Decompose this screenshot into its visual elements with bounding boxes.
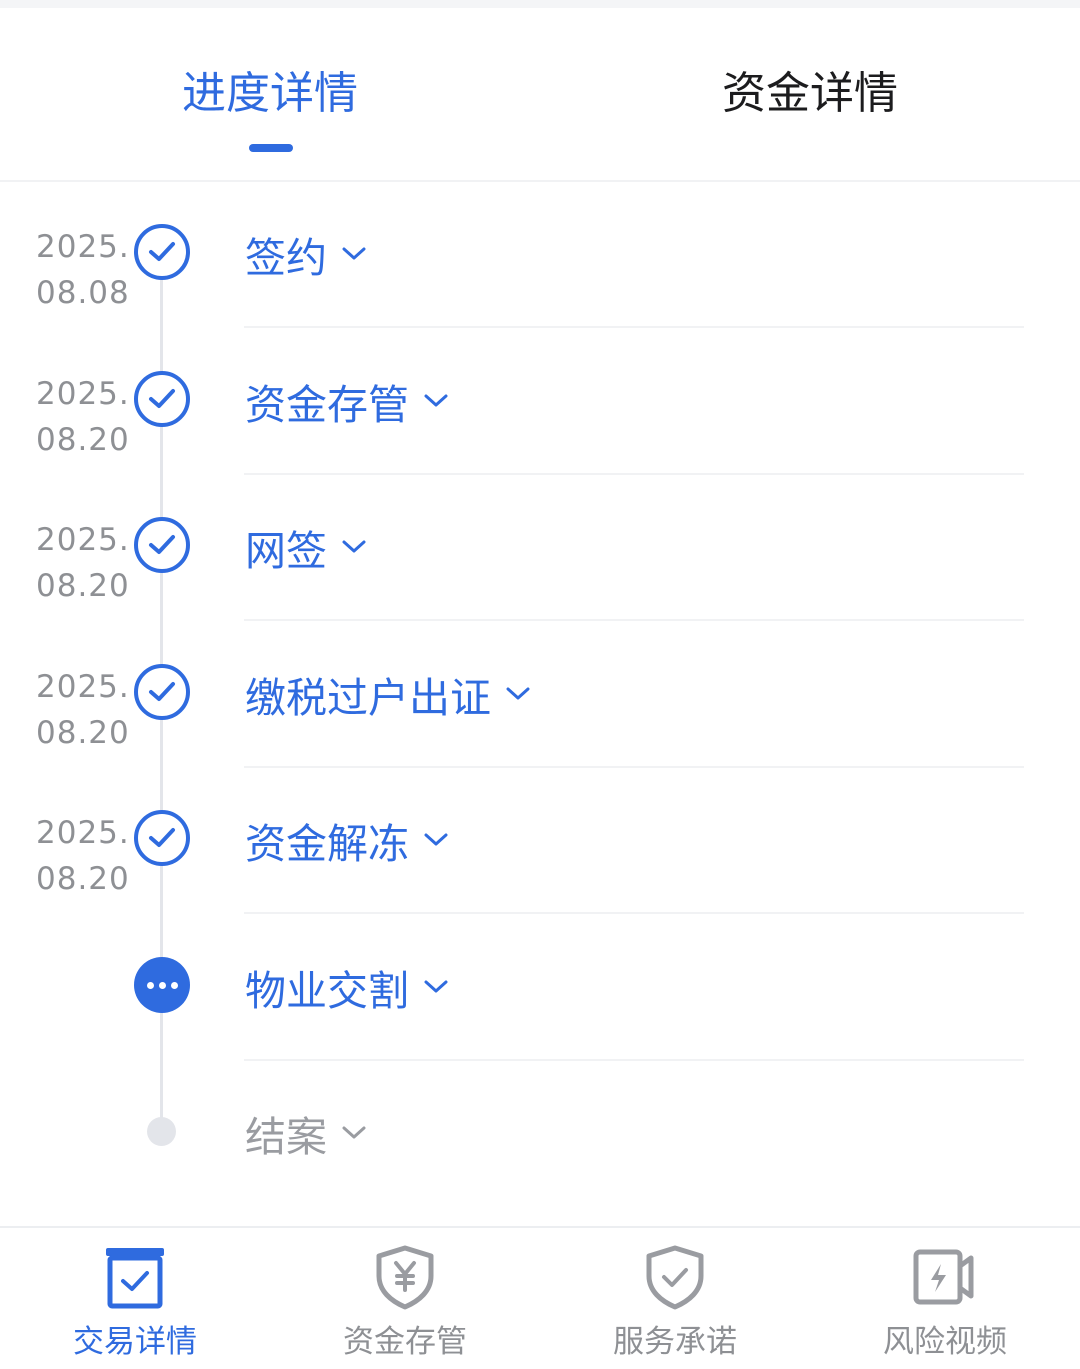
timeline-step-online-signing[interactable]: 2025. 08.20 网签 (0, 475, 1080, 622)
chevron-down-icon (342, 247, 366, 260)
nav-service-promise[interactable]: 服务承诺 (540, 1228, 810, 1369)
shield-check-icon (646, 1245, 704, 1310)
tab-progress-details[interactable]: 进度详情 (140, 64, 400, 124)
status-strip (0, 0, 1080, 8)
nav-risk-video[interactable]: 风险视频 (810, 1228, 1080, 1369)
chevron-down-icon (424, 394, 448, 407)
step-date-day: 08.08 (36, 275, 130, 311)
step-date-year: 2025. (36, 229, 130, 265)
step-date-year: 2025. (36, 669, 130, 705)
step-date-day: 08.20 (36, 861, 130, 897)
progress-timeline: 2025. 08.08 签约 2025. 08.20 资金存管 2025. 08 (0, 182, 1080, 1226)
step-title-button[interactable]: 结案 (245, 1105, 367, 1161)
completed-check-icon (134, 810, 190, 866)
step-title-button[interactable]: 网签 (245, 519, 367, 575)
step-date-year: 2025. (36, 376, 130, 412)
step-title-button[interactable]: 资金解冻 (245, 812, 449, 868)
timeline-step-property-handover[interactable]: 物业交割 (0, 915, 1080, 1062)
step-title: 物业交割 (245, 967, 409, 1015)
timeline-step-fund-custody[interactable]: 2025. 08.20 资金存管 (0, 329, 1080, 476)
active-tab-indicator (249, 144, 293, 152)
step-divider (244, 619, 1024, 621)
completed-check-icon (134, 517, 190, 573)
nav-label: 风险视频 (883, 1324, 1007, 1360)
step-date: 2025. 08.20 (36, 810, 136, 902)
timeline-step-case-closed[interactable]: 结案 (0, 1061, 1080, 1208)
step-title: 签约 (245, 234, 327, 282)
step-date: 2025. 08.08 (36, 224, 136, 316)
step-title: 缴税过户出证 (245, 674, 491, 722)
chevron-down-icon (424, 833, 448, 846)
step-title-button[interactable]: 资金存管 (245, 373, 449, 429)
step-date-day: 08.20 (36, 715, 130, 751)
nav-label: 服务承诺 (613, 1324, 737, 1360)
shield-yuan-icon (376, 1245, 434, 1310)
chevron-down-icon (342, 1126, 366, 1139)
step-title: 网签 (245, 527, 327, 575)
step-date: 2025. 08.20 (36, 517, 136, 609)
nav-transaction-details[interactable]: 交易详情 (0, 1228, 270, 1369)
step-title: 资金解冻 (245, 820, 409, 868)
tab-bar: 进度详情 资金详情 (0, 8, 1080, 182)
completed-check-icon (134, 224, 190, 280)
timeline-step-signing[interactable]: 2025. 08.08 签约 (0, 182, 1080, 329)
step-date-day: 08.20 (36, 422, 130, 458)
step-title: 资金存管 (245, 381, 409, 429)
step-date-year: 2025. (36, 522, 130, 558)
pending-dot-icon (147, 1117, 176, 1146)
timeline-step-tax-transfer[interactable]: 2025. 08.20 缴税过户出证 (0, 622, 1080, 769)
step-date: 2025. 08.20 (36, 371, 136, 463)
completed-check-icon (134, 664, 190, 720)
chevron-down-icon (342, 540, 366, 553)
chevron-down-icon (506, 687, 530, 700)
bottom-navigation: 交易详情 资金存管 服务承诺 风险视频 (0, 1226, 1080, 1369)
clipboard-check-icon (106, 1248, 164, 1309)
step-date-year: 2025. (36, 815, 130, 851)
step-title-button[interactable]: 签约 (245, 226, 367, 282)
chevron-down-icon (424, 980, 448, 993)
timeline-step-fund-release[interactable]: 2025. 08.20 资金解冻 (0, 768, 1080, 915)
step-title-button[interactable]: 物业交割 (245, 959, 449, 1015)
nav-fund-custody[interactable]: 资金存管 (270, 1228, 540, 1369)
step-title: 结案 (245, 1113, 327, 1161)
step-title-button[interactable]: 缴税过户出证 (245, 666, 531, 722)
step-divider (244, 912, 1024, 914)
step-divider (244, 326, 1024, 328)
in-progress-dots-icon (134, 957, 190, 1013)
nav-label: 资金存管 (343, 1324, 467, 1360)
step-date-day: 08.20 (36, 568, 130, 604)
nav-label: 交易详情 (73, 1324, 197, 1360)
tab-fund-details[interactable]: 资金详情 (680, 64, 940, 124)
completed-check-icon (134, 371, 190, 427)
step-date: 2025. 08.20 (36, 664, 136, 756)
video-lightning-icon (913, 1249, 974, 1305)
